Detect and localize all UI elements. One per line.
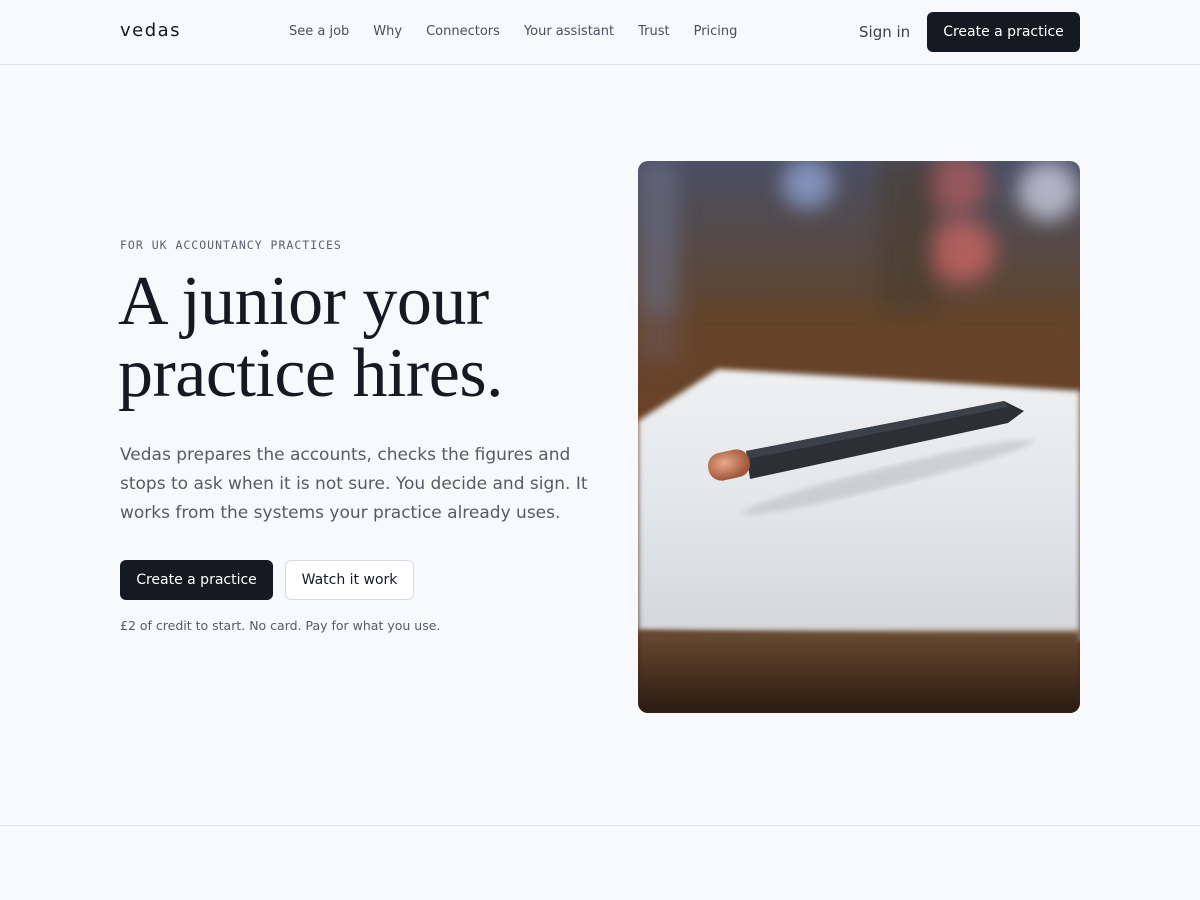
nav-link-connectors[interactable]: Connectors bbox=[414, 23, 512, 41]
headline-line-1: A junior your bbox=[118, 263, 489, 340]
watch-it-work-button[interactable]: Watch it work bbox=[285, 560, 414, 600]
headline-line-2: practice hires. bbox=[118, 335, 504, 412]
site-header: vedas See a job Why Connectors Your assi… bbox=[0, 0, 1200, 65]
hero-photo-pen-on-paper bbox=[638, 161, 1080, 713]
create-practice-button[interactable]: Create a practice bbox=[120, 560, 273, 600]
nav-link-pricing[interactable]: Pricing bbox=[682, 23, 750, 41]
nav-link-see-a-job[interactable]: See a job bbox=[277, 23, 361, 41]
hero-description: Vedas prepares the accounts, checks the … bbox=[120, 445, 588, 523]
nav-link-trust[interactable]: Trust bbox=[626, 23, 681, 41]
header-create-practice-button[interactable]: Create a practice bbox=[927, 12, 1080, 52]
hero-eyebrow: FOR UK ACCOUNTANCY PRACTICES bbox=[120, 238, 342, 252]
hero-cta-group: Create a practice Watch it work bbox=[120, 560, 414, 600]
pen-on-paper-illustration bbox=[638, 161, 1080, 713]
section-divider bbox=[0, 825, 1200, 826]
hero-headline: A junior your practice hires. bbox=[118, 266, 598, 410]
sign-in-link[interactable]: Sign in bbox=[859, 22, 910, 42]
nav-link-your-assistant[interactable]: Your assistant bbox=[512, 23, 626, 41]
main-nav: See a job Why Connectors Your assistant … bbox=[277, 23, 749, 41]
pricing-note: £2 of credit to start. No card. Pay for … bbox=[120, 618, 441, 633]
nav-link-why[interactable]: Why bbox=[361, 23, 414, 41]
brand-logo[interactable]: vedas bbox=[120, 20, 181, 41]
